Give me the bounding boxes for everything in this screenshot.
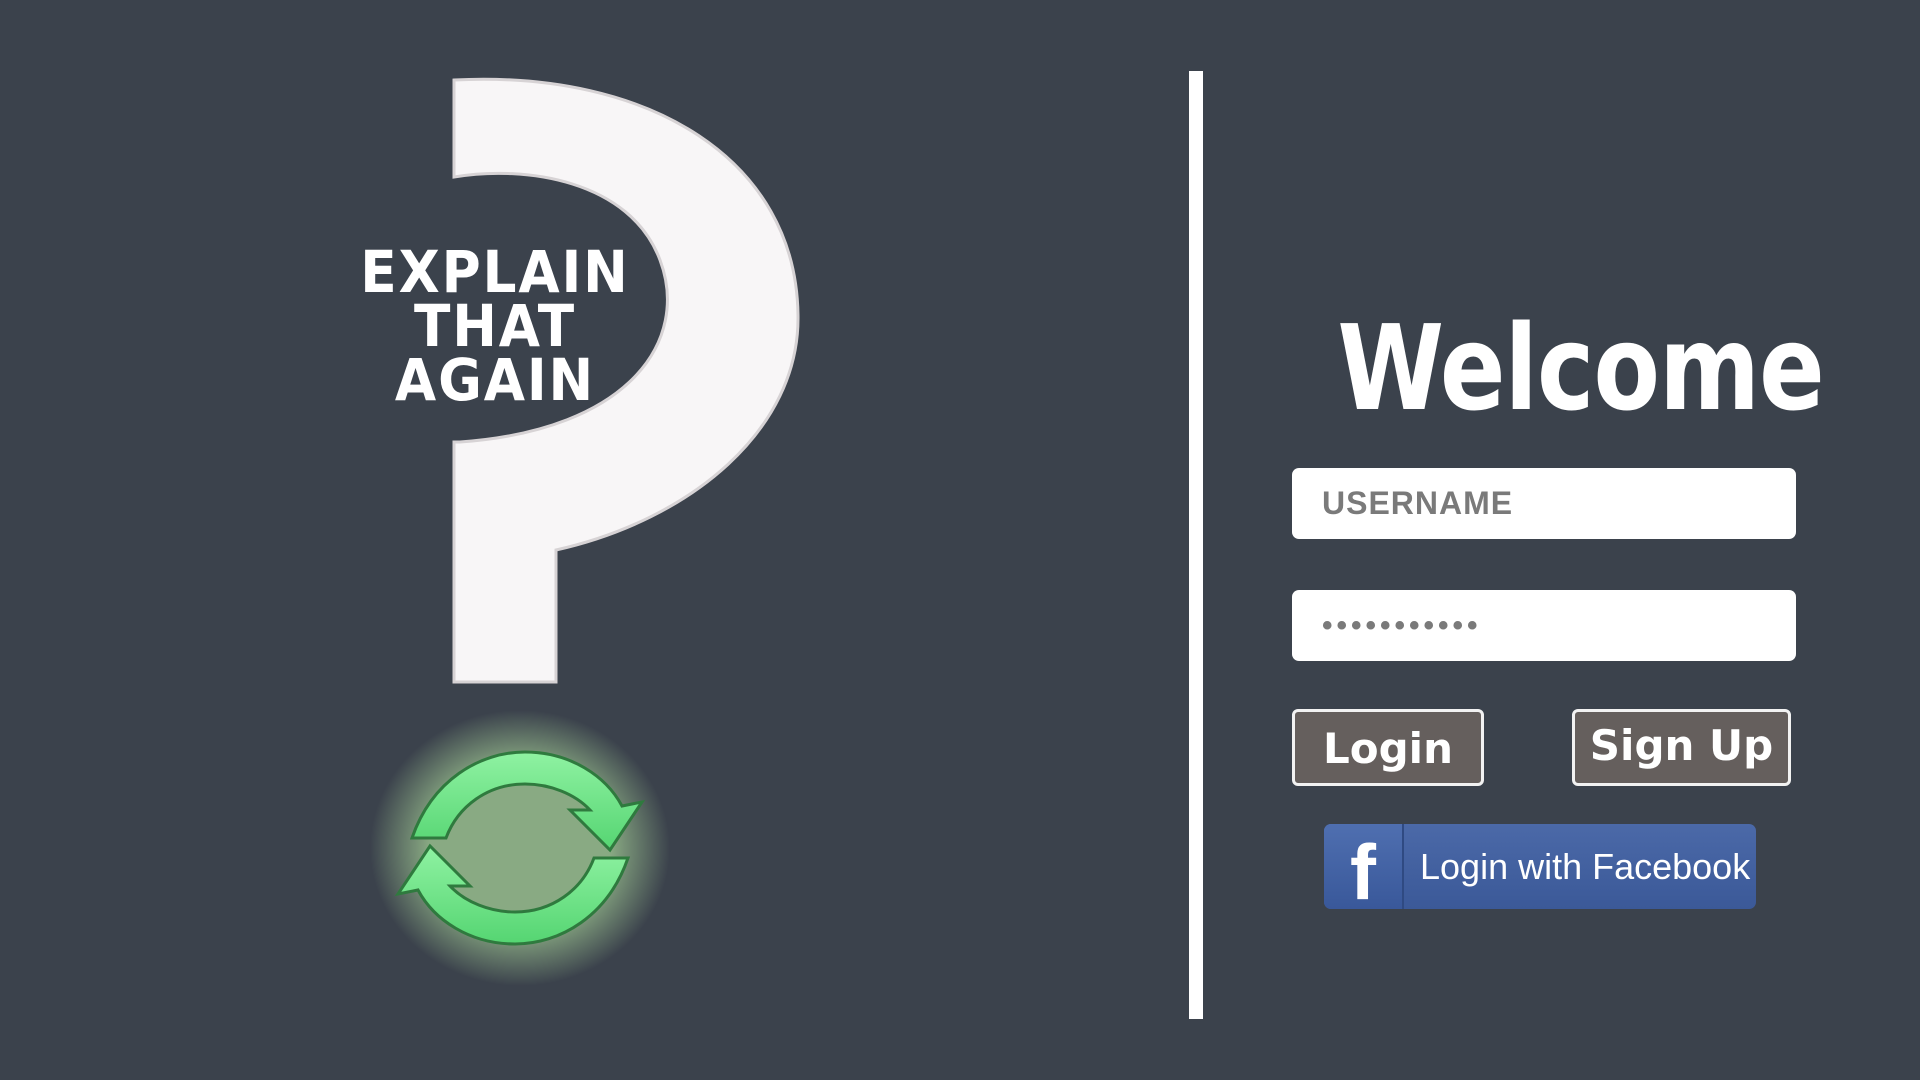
vertical-divider	[1189, 71, 1203, 1019]
facebook-login-label: Login with Facebook	[1420, 846, 1751, 887]
logo-line-1: EXPLAIN	[360, 238, 630, 306]
logo-line-3: AGAIN	[394, 346, 596, 414]
logo-wordmark: EXPLAIN THAT AGAIN	[343, 238, 647, 414]
logo-line-2: THAT	[414, 292, 576, 360]
refresh-icon	[370, 710, 670, 986]
app-logo: EXPLAIN THAT AGAIN	[330, 70, 850, 990]
login-screen: EXPLAIN THAT AGAIN Welcome Login Sign Up…	[0, 0, 1920, 1080]
welcome-title: Welcome	[1337, 299, 1824, 437]
signup-button[interactable]: Sign Up	[1572, 709, 1791, 786]
login-button[interactable]: Login	[1292, 709, 1484, 786]
facebook-icon: f	[1350, 828, 1376, 909]
facebook-login-button[interactable]: f Login with Facebook	[1324, 824, 1756, 909]
password-input[interactable]	[1292, 590, 1796, 661]
username-input[interactable]	[1292, 468, 1796, 539]
